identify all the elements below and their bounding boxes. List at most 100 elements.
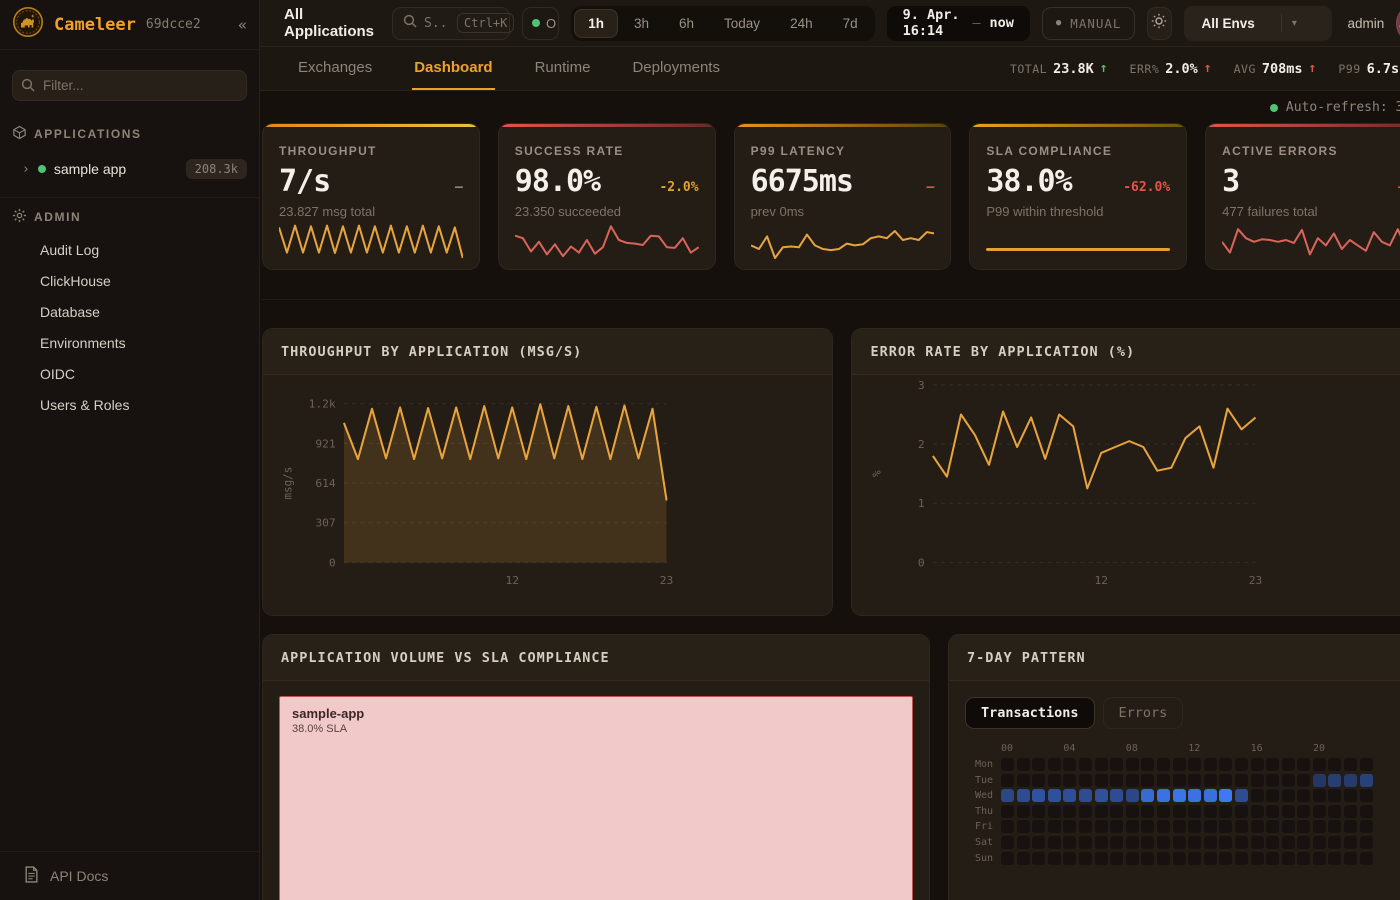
filter-input[interactable]: [12, 70, 247, 101]
kpi-accent-bar: [970, 124, 1186, 127]
toggle-errors[interactable]: Errors: [1103, 697, 1184, 729]
search-icon: [403, 14, 417, 33]
expand-chevron-icon[interactable]: ›: [22, 162, 30, 177]
heatmap-cell: [1141, 836, 1154, 849]
admin-nav: Audit LogClickHouseDatabaseEnvironmentsO…: [0, 234, 259, 420]
tab-deployments[interactable]: Deployments: [630, 47, 722, 90]
stat-value: 6.7s: [1367, 61, 1400, 77]
status-dot-icon: [38, 165, 46, 173]
heatmap-cell: [1204, 805, 1217, 818]
environment-select[interactable]: All Envs ▾: [1184, 6, 1332, 41]
time-range-3h[interactable]: 3h: [620, 9, 663, 38]
heatmap-cell: [1204, 789, 1217, 802]
heatmap-cell: [1360, 789, 1373, 802]
tab-exchanges[interactable]: Exchanges: [296, 47, 374, 90]
theme-toggle-button[interactable]: [1147, 7, 1171, 40]
sidebar-item-api-docs[interactable]: API Docs: [0, 851, 259, 900]
tab-runtime[interactable]: Runtime: [533, 47, 593, 90]
sidebar-item-oidc[interactable]: OIDC: [0, 358, 259, 389]
heatmap-cell: [1173, 836, 1186, 849]
heatmap-cell: [1032, 758, 1045, 771]
toggle-transactions[interactable]: Transactions: [965, 697, 1095, 729]
treemap-cell-sample-app[interactable]: sample-app 38.0% SLA: [279, 696, 913, 900]
online-status-button[interactable]: O: [522, 7, 559, 40]
heatmap-cell: [1079, 774, 1092, 787]
heatmap-cells: [1001, 852, 1373, 865]
heatmap-cell: [1001, 852, 1014, 865]
sidebar-item-audit-log[interactable]: Audit Log: [0, 234, 259, 265]
trend-arrow-icon: ↑: [1100, 61, 1108, 76]
heatmap-cell: [1328, 852, 1341, 865]
heatmap-cell: [1095, 774, 1108, 787]
time-range-7d[interactable]: 7d: [829, 9, 872, 38]
tab-dashboard[interactable]: Dashboard: [412, 47, 494, 90]
svg-text:0: 0: [918, 557, 925, 570]
time-range-today[interactable]: Today: [710, 9, 774, 38]
tabs: Exchanges Dashboard Runtime Deployments: [296, 47, 760, 90]
heatmap-cell: [1266, 789, 1279, 802]
heatmap-cell: [1063, 789, 1076, 802]
heatmap-cell: [1173, 758, 1186, 771]
manual-refresh-button[interactable]: ● MANUAL: [1042, 7, 1136, 40]
heatmap-day-label: Sun: [965, 853, 993, 864]
heatmap-cell: [1219, 758, 1232, 771]
treemap-body: sample-app 38.0% SLA: [263, 681, 929, 900]
time-range-6h[interactable]: 6h: [665, 9, 708, 38]
heatmap-cell: [1360, 774, 1373, 787]
auto-refresh-status: Auto-refresh: 30s: [262, 91, 1400, 123]
heatmap-cell: [1017, 852, 1030, 865]
heatmap-row-mon: Mon: [965, 758, 1400, 771]
heatmap-cell: [1297, 820, 1310, 833]
sidebar-collapse-button[interactable]: «: [238, 16, 247, 34]
avatar[interactable]: AD: [1396, 8, 1400, 39]
heatmap-cell: [1204, 836, 1217, 849]
kpi-subtext: 23.827 msg total: [279, 204, 463, 219]
kpi-value-row: 3–: [1222, 164, 1400, 199]
heatmap-cell: [1126, 758, 1139, 771]
heatmap-cell: [1282, 805, 1295, 818]
heatmap-cell: [1282, 789, 1295, 802]
sidebar-item-environments[interactable]: Environments: [0, 327, 259, 358]
time-range-1h[interactable]: 1h: [574, 9, 618, 38]
global-search[interactable]: Ctrl+K: [392, 7, 510, 40]
heatmap-cell: [1188, 820, 1201, 833]
heatmap-cell: [1204, 852, 1217, 865]
heatmap-cell: [1344, 789, 1357, 802]
heatmap-cell: [1048, 774, 1061, 787]
heatmap-cell: [1173, 805, 1186, 818]
error-rate-chart-card: ERROR RATE BY APPLICATION (%) 01231223%: [851, 328, 1400, 616]
sidebar-filter: [12, 70, 247, 101]
svg-text:msg/s: msg/s: [282, 467, 295, 500]
heatmap-cells: [1001, 774, 1373, 787]
heatmap-cell: [1001, 789, 1014, 802]
heatmap-cell: [1188, 836, 1201, 849]
heatmap-cells: [1001, 820, 1373, 833]
heatmap-cell: [1282, 758, 1295, 771]
heatmap-cell: [1063, 774, 1076, 787]
sidebar-item-clickhouse[interactable]: ClickHouse: [0, 265, 259, 296]
time-range-24h[interactable]: 24h: [776, 9, 827, 38]
heatmap-cell: [1328, 836, 1341, 849]
svg-text:12: 12: [505, 574, 519, 587]
heatmap-cell: [1032, 805, 1045, 818]
manual-dot-icon: ●: [1056, 18, 1062, 28]
search-input[interactable]: [424, 16, 450, 31]
svg-text:23: 23: [660, 574, 674, 587]
heatmap-cell: [1032, 774, 1045, 787]
heatmap-cell: [1219, 805, 1232, 818]
heatmap-cell: [1344, 852, 1357, 865]
heatmap-cell: [1157, 820, 1170, 833]
heatmap-cell: [1001, 774, 1014, 787]
error-rate-chart: 01231223%: [852, 375, 1400, 615]
heatmap-cell: [1095, 852, 1108, 865]
sidebar-item-database[interactable]: Database: [0, 296, 259, 327]
sidebar-item-users-roles[interactable]: Users & Roles: [0, 389, 259, 420]
heatmap-cell: [1297, 774, 1310, 787]
chart-title: THROUGHPUT BY APPLICATION (MSG/S): [263, 329, 832, 375]
heatmap-cell: [1048, 758, 1061, 771]
heatmap-hour-label: 20: [1313, 743, 1325, 754]
sidebar-item-sample-app[interactable]: › sample app 208.3k: [0, 151, 259, 187]
date-range-display[interactable]: 9. Apr. 16:14 — now: [887, 6, 1030, 41]
stat-total: TOTAL23.8K↑: [1010, 61, 1108, 77]
svg-text:%: %: [871, 470, 884, 477]
